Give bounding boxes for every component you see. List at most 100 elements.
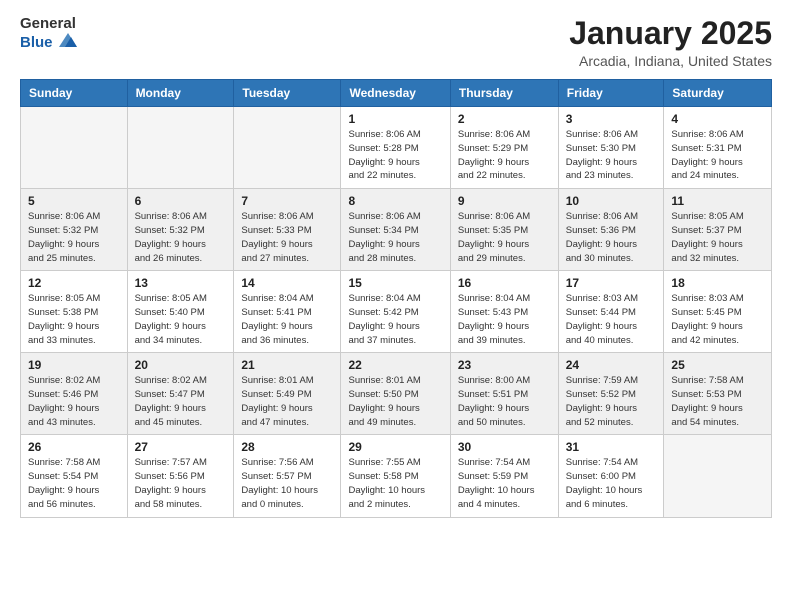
day-info: Sunrise: 8:06 AMSunset: 5:34 PMDaylight:… [348,210,442,265]
calendar-cell: 6 Sunrise: 8:06 AMSunset: 5:32 PMDaylight… [127,189,234,271]
day-info: Sunrise: 8:06 AMSunset: 5:36 PMDaylight:… [566,210,657,265]
page-title: January 2025 [569,16,772,51]
calendar-cell: 18 Sunrise: 8:03 AMSunset: 5:45 PMDayligh… [664,271,772,353]
calendar-table: Sunday Monday Tuesday Wednesday Thursday… [20,79,772,517]
calendar-cell: 28 Sunrise: 7:56 AMSunset: 5:57 PMDayligh… [234,435,341,517]
calendar-cell: 20 Sunrise: 8:02 AMSunset: 5:47 PMDayligh… [127,353,234,435]
day-info: Sunrise: 8:06 AMSunset: 5:32 PMDaylight:… [135,210,227,265]
logo-blue: Blue [20,35,53,52]
day-info: Sunrise: 8:04 AMSunset: 5:43 PMDaylight:… [458,292,551,347]
day-number: 15 [348,276,442,290]
col-header-tuesday: Tuesday [234,80,341,107]
day-number: 27 [135,440,227,454]
calendar-cell: 10 Sunrise: 8:06 AMSunset: 5:36 PMDayligh… [558,189,664,271]
calendar-cell: 13 Sunrise: 8:05 AMSunset: 5:40 PMDayligh… [127,271,234,353]
calendar-week-row: 19Sunrise: 8:02 AMSunset: 5:46 PMDayligh… [21,353,772,435]
day-number: 21 [241,358,333,372]
calendar-week-row: 1Sunrise: 8:06 AMSunset: 5:28 PMDaylight… [21,107,772,189]
col-header-sunday: Sunday [21,80,128,107]
col-header-monday: Monday [127,80,234,107]
calendar-cell: 23 Sunrise: 8:00 AMSunset: 5:51 PMDayligh… [450,353,558,435]
header: General Blue January 2025 Arcadia, India… [20,16,772,69]
calendar-cell: 9 Sunrise: 8:06 AMSunset: 5:35 PMDaylight… [450,189,558,271]
day-number: 11 [671,194,764,208]
day-number: 6 [135,194,227,208]
day-info: Sunrise: 8:06 AMSunset: 5:31 PMDaylight:… [671,128,764,183]
col-header-thursday: Thursday [450,80,558,107]
title-block: January 2025 Arcadia, Indiana, United St… [569,16,772,69]
calendar-cell [127,107,234,189]
day-info: Sunrise: 8:01 AMSunset: 5:49 PMDaylight:… [241,374,333,429]
day-info: Sunrise: 7:54 AMSunset: 5:59 PMDaylight:… [458,456,551,511]
day-number: 28 [241,440,333,454]
page-subtitle: Arcadia, Indiana, United States [569,53,772,69]
logo-icon [57,31,79,54]
day-number: 14 [241,276,333,290]
day-number: 23 [458,358,551,372]
day-number: 26 [28,440,120,454]
calendar-cell: 12 Sunrise: 8:05 AMSunset: 5:38 PMDayligh… [21,271,128,353]
day-number: 12 [28,276,120,290]
day-number: 24 [566,358,657,372]
calendar-cell [234,107,341,189]
day-number: 9 [458,194,551,208]
day-info: Sunrise: 8:03 AMSunset: 5:45 PMDaylight:… [671,292,764,347]
calendar-header-row: Sunday Monday Tuesday Wednesday Thursday… [21,80,772,107]
calendar-cell: 24Sunrise: 7:59 AMSunset: 5:52 PMDayligh… [558,353,664,435]
day-number: 7 [241,194,333,208]
calendar-cell: 31Sunrise: 7:54 AMSunset: 6:00 PMDayligh… [558,435,664,517]
day-number: 31 [566,440,657,454]
day-number: 16 [458,276,551,290]
calendar-cell: 29Sunrise: 7:55 AMSunset: 5:58 PMDayligh… [341,435,450,517]
day-number: 10 [566,194,657,208]
calendar-week-row: 26 Sunrise: 7:58 AMSunset: 5:54 PMDayligh… [21,435,772,517]
calendar-cell: 26 Sunrise: 7:58 AMSunset: 5:54 PMDayligh… [21,435,128,517]
day-info: Sunrise: 8:03 AMSunset: 5:44 PMDaylight:… [566,292,657,347]
day-info: Sunrise: 7:58 AMSunset: 5:54 PMDaylight:… [28,456,120,511]
day-number: 18 [671,276,764,290]
day-info: Sunrise: 8:05 AMSunset: 5:38 PMDaylight:… [28,292,120,347]
day-info: Sunrise: 8:06 AMSunset: 5:33 PMDaylight:… [241,210,333,265]
calendar-cell: 25 Sunrise: 7:58 AMSunset: 5:53 PMDayligh… [664,353,772,435]
day-number: 20 [135,358,227,372]
calendar-cell: 7 Sunrise: 8:06 AMSunset: 5:33 PMDaylight… [234,189,341,271]
day-number: 13 [135,276,227,290]
calendar-cell: 1Sunrise: 8:06 AMSunset: 5:28 PMDaylight… [341,107,450,189]
day-info: Sunrise: 7:56 AMSunset: 5:57 PMDaylight:… [241,456,333,511]
day-info: Sunrise: 8:02 AMSunset: 5:47 PMDaylight:… [135,374,227,429]
col-header-wednesday: Wednesday [341,80,450,107]
day-info: Sunrise: 8:04 AMSunset: 5:41 PMDaylight:… [241,292,333,347]
day-number: 29 [348,440,442,454]
logo: General Blue [20,16,79,53]
day-number: 2 [458,112,551,126]
calendar-week-row: 5Sunrise: 8:06 AMSunset: 5:32 PMDaylight… [21,189,772,271]
col-header-saturday: Saturday [664,80,772,107]
day-number: 3 [566,112,657,126]
day-number: 30 [458,440,551,454]
calendar-cell: 8Sunrise: 8:06 AMSunset: 5:34 PMDaylight… [341,189,450,271]
col-header-friday: Friday [558,80,664,107]
day-info: Sunrise: 7:58 AMSunset: 5:53 PMDaylight:… [671,374,764,429]
calendar-cell: 19Sunrise: 8:02 AMSunset: 5:46 PMDayligh… [21,353,128,435]
calendar-cell: 11 Sunrise: 8:05 AMSunset: 5:37 PMDayligh… [664,189,772,271]
day-number: 17 [566,276,657,290]
day-info: Sunrise: 8:06 AMSunset: 5:29 PMDaylight:… [458,128,551,183]
calendar-cell: 3Sunrise: 8:06 AMSunset: 5:30 PMDaylight… [558,107,664,189]
day-info: Sunrise: 8:05 AMSunset: 5:37 PMDaylight:… [671,210,764,265]
calendar-cell: 4Sunrise: 8:06 AMSunset: 5:31 PMDaylight… [664,107,772,189]
calendar-cell: 16 Sunrise: 8:04 AMSunset: 5:43 PMDayligh… [450,271,558,353]
day-info: Sunrise: 8:01 AMSunset: 5:50 PMDaylight:… [348,374,442,429]
day-info: Sunrise: 8:00 AMSunset: 5:51 PMDaylight:… [458,374,551,429]
day-info: Sunrise: 8:06 AMSunset: 5:32 PMDaylight:… [28,210,120,265]
calendar-cell: 2 Sunrise: 8:06 AMSunset: 5:29 PMDaylight… [450,107,558,189]
day-number: 19 [28,358,120,372]
day-info: Sunrise: 8:05 AMSunset: 5:40 PMDaylight:… [135,292,227,347]
calendar-cell [21,107,128,189]
calendar-cell: 21 Sunrise: 8:01 AMSunset: 5:49 PMDayligh… [234,353,341,435]
calendar-cell: 22Sunrise: 8:01 AMSunset: 5:50 PMDayligh… [341,353,450,435]
day-info: Sunrise: 8:04 AMSunset: 5:42 PMDaylight:… [348,292,442,347]
day-number: 1 [348,112,442,126]
day-info: Sunrise: 8:06 AMSunset: 5:35 PMDaylight:… [458,210,551,265]
day-number: 25 [671,358,764,372]
calendar-cell: 15 Sunrise: 8:04 AMSunset: 5:42 PMDayligh… [341,271,450,353]
